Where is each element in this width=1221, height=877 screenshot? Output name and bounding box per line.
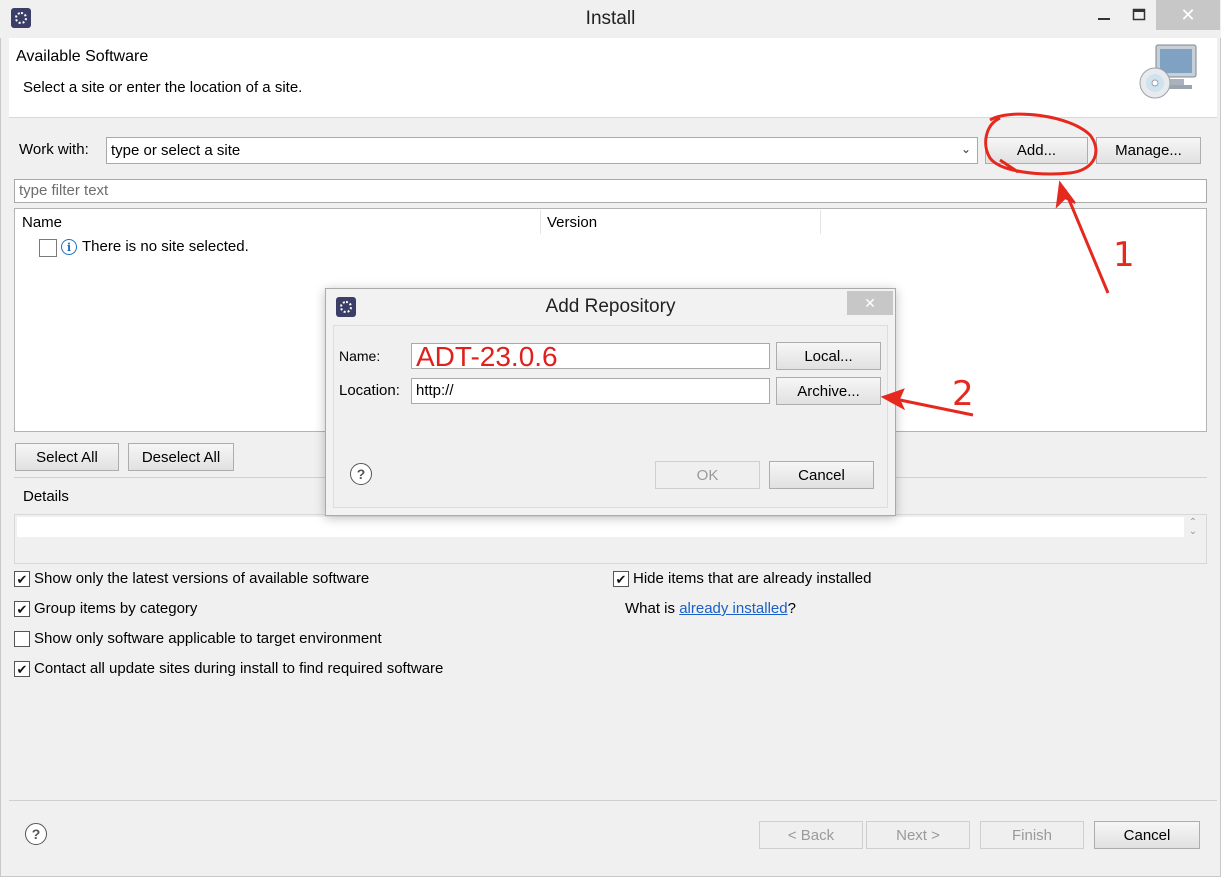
- ok-button[interactable]: OK: [655, 461, 760, 489]
- monitor-cd-icon: [1139, 44, 1197, 99]
- checkbox-group-by-category[interactable]: ✔: [14, 601, 30, 617]
- footer-divider: [9, 800, 1217, 801]
- back-button[interactable]: < Back: [759, 821, 863, 849]
- finish-button[interactable]: Finish: [980, 821, 1084, 849]
- work-with-label: Work with:: [19, 141, 89, 158]
- checkmark-icon: ✔: [615, 571, 627, 587]
- what-is-suffix: ?: [787, 600, 796, 617]
- checkbox-hide-installed[interactable]: ✔: [613, 571, 629, 587]
- already-installed-link[interactable]: already installed: [679, 600, 787, 617]
- row-checkbox[interactable]: [39, 239, 57, 257]
- location-field[interactable]: http://: [411, 378, 770, 404]
- checkmark-icon: ✔: [16, 661, 28, 677]
- option-latest-versions-label[interactable]: Show only the latest versions of availab…: [34, 570, 369, 587]
- name-label: Name:: [339, 348, 381, 364]
- work-with-placeholder: type or select a site: [111, 142, 241, 159]
- banner-description: Select a site or enter the location of a…: [23, 79, 303, 96]
- option-target-environment-label[interactable]: Show only software applicable to target …: [34, 630, 382, 647]
- banner-title: Available Software: [16, 48, 149, 65]
- checkmark-icon: ✔: [16, 571, 28, 587]
- option-group-by-category-label[interactable]: Group items by category: [34, 600, 197, 617]
- chevron-down-icon: ⌄: [960, 142, 971, 156]
- location-label: Location:: [339, 382, 400, 399]
- close-icon: ✕: [864, 294, 876, 311]
- column-header-name[interactable]: Name: [22, 214, 62, 231]
- deselect-all-button[interactable]: Deselect All: [128, 443, 234, 471]
- column-divider: [540, 210, 541, 234]
- name-field[interactable]: ADT-23.0.6: [411, 343, 770, 371]
- dialog-cancel-button[interactable]: Cancel: [769, 461, 874, 489]
- checkbox-target-environment[interactable]: [14, 631, 30, 647]
- tree-row-label: There is no site selected.: [82, 238, 249, 255]
- checkbox-latest-versions[interactable]: ✔: [14, 571, 30, 587]
- manage-button[interactable]: Manage...: [1096, 137, 1201, 164]
- cancel-button[interactable]: Cancel: [1094, 821, 1200, 849]
- help-icon[interactable]: ?: [25, 823, 47, 845]
- archive-button[interactable]: Archive...: [776, 377, 881, 405]
- dialog-close-button[interactable]: ✕: [847, 291, 893, 315]
- maximize-icon: [1132, 8, 1146, 21]
- option-hide-installed-label[interactable]: Hide items that are already installed: [633, 570, 871, 587]
- details-scroll-arrows[interactable]: ⌃ ⌄: [1186, 518, 1200, 538]
- minimize-button[interactable]: [1084, 0, 1124, 30]
- option-contact-update-sites-label[interactable]: Contact all update sites during install …: [34, 660, 443, 677]
- details-text: [17, 517, 1184, 537]
- annotation-step-2: 2: [952, 374, 974, 414]
- close-button[interactable]: ✕: [1156, 0, 1220, 30]
- column-header-version[interactable]: Version: [547, 214, 597, 231]
- column-divider: [820, 210, 821, 234]
- checkbox-contact-update-sites[interactable]: ✔: [14, 661, 30, 677]
- filter-input[interactable]: type filter text: [14, 179, 1207, 203]
- maximize-button[interactable]: [1124, 0, 1154, 30]
- dialog-title: Add Repository: [545, 296, 676, 317]
- window-title: Install: [585, 8, 636, 29]
- select-all-button[interactable]: Select All: [15, 443, 119, 471]
- details-label: Details: [23, 488, 69, 505]
- info-icon: i: [61, 239, 77, 255]
- add-button[interactable]: Add...: [985, 137, 1088, 164]
- annotation-step-1: 1: [1113, 235, 1135, 275]
- local-button[interactable]: Local...: [776, 342, 881, 370]
- what-is-installed-text: What is already installed?: [625, 600, 796, 617]
- dialog-help-icon[interactable]: ?: [350, 463, 372, 485]
- checkmark-icon: ✔: [16, 601, 28, 617]
- banner: [9, 38, 1217, 118]
- what-is-prefix: What is: [625, 600, 680, 617]
- minimize-icon: [1098, 18, 1110, 20]
- next-button[interactable]: Next >: [866, 821, 970, 849]
- close-icon: ✕: [1180, 4, 1196, 25]
- work-with-combo[interactable]: type or select a site ⌄: [106, 137, 978, 164]
